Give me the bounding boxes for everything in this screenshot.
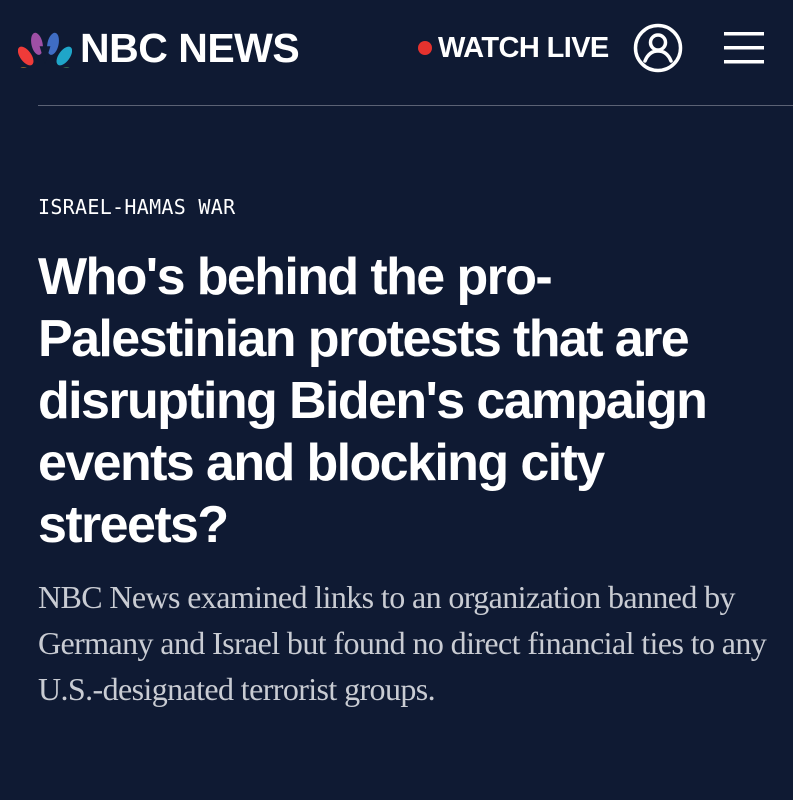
article-headline: Who's behind the pro-Palestinian protest…	[38, 248, 708, 554]
nbc-news-logo[interactable]: NBC NEWS	[18, 22, 300, 74]
user-circle-icon	[633, 23, 683, 73]
hamburger-menu-icon	[724, 32, 764, 64]
live-indicator-dot	[418, 41, 432, 55]
account-button[interactable]	[632, 22, 684, 74]
site-header: NBC NEWS WATCH LIVE	[0, 0, 793, 96]
section-label-link[interactable]: ISRAEL-HAMAS WAR	[38, 195, 235, 219]
header-divider	[38, 105, 793, 106]
watch-live-label: WATCH LIVE	[438, 31, 609, 64]
nbc-peacock-icon	[18, 32, 72, 68]
article-dek: NBC News examined links to an organizati…	[38, 579, 767, 707]
logo-wordmark: NBC NEWS	[80, 24, 300, 71]
menu-button[interactable]	[722, 28, 766, 68]
watch-live-button[interactable]: WATCH LIVE	[418, 30, 609, 66]
